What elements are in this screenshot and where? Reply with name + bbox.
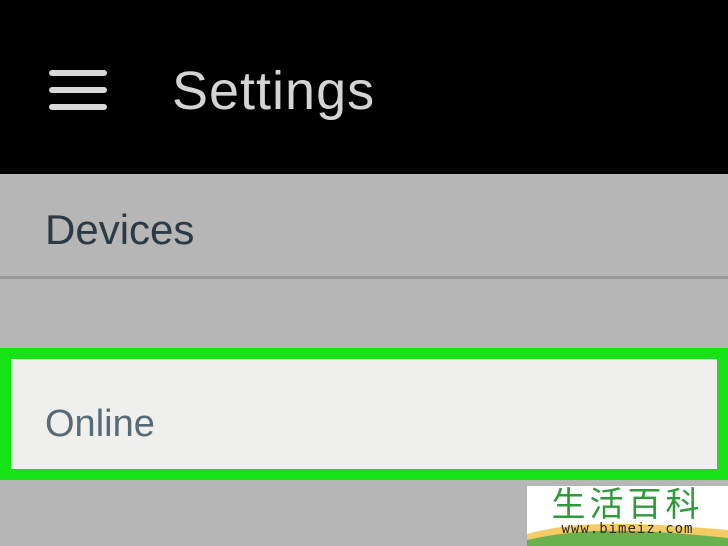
watermark-chinese-text: 生活百科 (551, 486, 704, 525)
devices-section-header: Devices (0, 174, 728, 276)
menu-icon-bar (49, 70, 107, 76)
list-item-label: Online (45, 403, 155, 445)
menu-icon-bar (49, 104, 107, 110)
section-divider (0, 276, 728, 279)
page-title: Settings (172, 61, 376, 121)
menu-button[interactable] (40, 62, 116, 120)
menu-icon-bar (49, 87, 107, 93)
watermark-url: www.bimeiz.com (561, 521, 694, 537)
list-item-online[interactable]: Online (0, 348, 728, 480)
section-title: Devices (45, 206, 195, 253)
watermark-logo: 生活百科 www.bimeiz.com (527, 486, 728, 546)
app-bar: Settings (0, 0, 728, 174)
hamburger-menu-icon (49, 70, 107, 110)
